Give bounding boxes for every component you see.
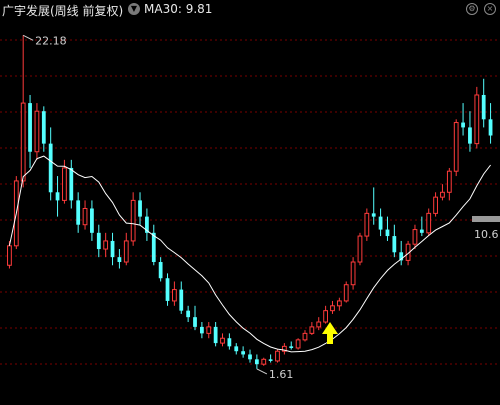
candle-body [412,229,418,245]
yellow-arrow-icon [322,322,338,344]
candle-body [309,326,315,334]
candle-body [241,351,246,355]
candle-body [453,122,459,172]
candle-body [336,300,342,307]
candle-body [268,359,273,361]
candle-body [117,257,122,263]
candle-body [96,232,101,250]
candle-body [468,127,472,144]
low-pointer [256,368,268,375]
candle-body [199,326,204,334]
candle-body [316,321,322,328]
candle-body [186,310,191,318]
candle-body [357,235,363,263]
ma30-line [8,155,491,353]
candle-body [323,310,328,323]
candle-body [28,103,32,152]
high-pointer [22,34,34,41]
annotations: 22.18 1.61 10.6 [22,34,500,381]
candle-body [179,289,184,311]
candle-body [481,94,486,120]
candle-body [474,94,480,145]
candle-body [103,240,109,250]
candle-body [90,208,94,233]
candle-body [275,350,280,362]
chart-grid [0,39,500,365]
candle-body [227,338,232,347]
price-marker-bar [472,216,500,222]
candle-body [419,229,424,233]
candle-body [295,339,301,349]
candle-body [302,332,308,341]
candle-body [220,337,225,344]
candle-body [440,191,445,198]
current-price-label: 10.6 [474,228,499,241]
candle-body [426,212,432,234]
price-chart[interactable]: 22.18 1.61 10.6 [0,0,500,405]
candle-body [433,196,438,214]
candle-body [213,326,218,344]
candle-body [350,261,356,286]
candle-body [76,200,81,225]
candle-body [364,212,370,237]
candle-body [34,110,40,153]
candle-body [20,102,26,182]
candle-body [446,170,452,193]
candle-body [41,111,46,144]
candle-body [330,305,335,312]
candle-body [254,359,259,365]
candle-body [172,289,177,302]
high-price-label: 22.18 [35,34,67,47]
candle-body [151,232,156,263]
candle-body [55,192,60,201]
candle-body [69,167,74,201]
candle-body [123,240,129,263]
candle-body [461,122,465,128]
candle-body [165,278,170,301]
candle-body [378,216,383,230]
candle-body [488,119,493,136]
candle-body [158,262,163,279]
candle-body [62,167,67,201]
candle-body [248,354,252,360]
candle-body [261,358,267,365]
candle-body [371,213,376,217]
candle-body [82,208,88,226]
candle-body [193,317,197,327]
candle-body [130,199,136,242]
low-price-label: 1.61 [269,368,294,381]
candle-body [7,245,12,266]
candle-body [206,326,212,334]
candle-body [234,346,239,352]
candle-body [385,229,390,237]
candle-body [392,236,397,253]
candle-body [343,284,349,302]
candle-body [48,143,53,193]
candle-body [138,200,142,217]
candle-series [7,35,493,369]
candle-body [110,240,115,258]
candle-body [289,346,294,348]
